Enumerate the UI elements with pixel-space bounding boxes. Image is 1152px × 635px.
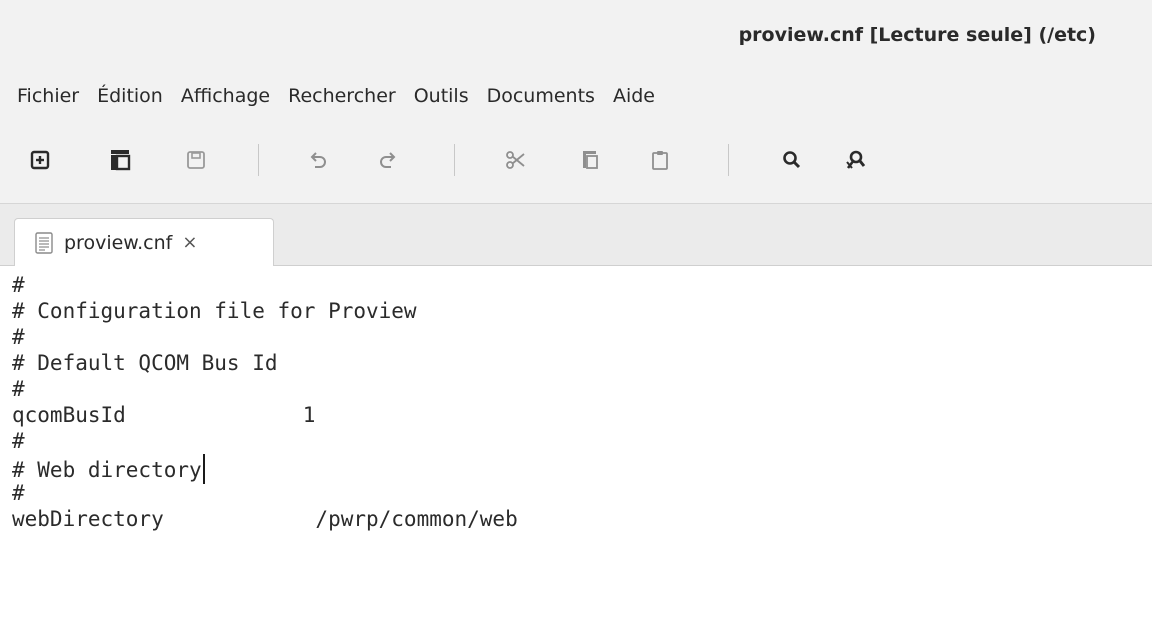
text-editor[interactable]: # # Configuration file for Proview # # D… [0, 266, 1152, 635]
redo-button[interactable] [366, 138, 410, 182]
search-button[interactable] [770, 138, 814, 182]
menu-bar: Fichier Édition Affichage Rechercher Out… [0, 70, 1152, 122]
toolbar [0, 122, 1152, 204]
search-replace-button[interactable] [834, 138, 878, 182]
paste-button[interactable] [638, 138, 682, 182]
code-line: # Configuration file for Proview [12, 299, 417, 323]
window-title: proview.cnf [Lecture seule] (/etc) [738, 24, 1096, 46]
tab-label: proview.cnf [64, 232, 173, 254]
open-document-button[interactable] [98, 138, 142, 182]
toolbar-separator [258, 144, 259, 176]
menu-tools[interactable]: Outils [405, 79, 478, 113]
title-bar[interactable]: proview.cnf [Lecture seule] (/etc) [0, 0, 1152, 70]
menu-search[interactable]: Rechercher [279, 79, 405, 113]
editor-content: # # Configuration file for Proview # # D… [12, 272, 518, 532]
toolbar-separator [454, 144, 455, 176]
code-line: qcomBusId 1 [12, 403, 316, 427]
save-button[interactable] [174, 138, 218, 182]
redo-icon [380, 152, 396, 168]
code-line: webDirectory /pwrp/common/web [12, 507, 518, 531]
tab-bar: proview.cnf × [0, 204, 1152, 267]
toolbar-separator [728, 144, 729, 176]
copy-icon [583, 151, 598, 169]
close-icon[interactable]: × [182, 234, 197, 252]
copy-button[interactable] [568, 138, 612, 182]
code-line-text: # Web directory [12, 458, 202, 482]
menu-help[interactable]: Aide [604, 79, 664, 113]
text-cursor [202, 454, 205, 484]
save-icon [187, 151, 205, 169]
menu-documents[interactable]: Documents [478, 79, 604, 113]
open-document-icon [111, 150, 131, 171]
undo-button[interactable] [296, 138, 340, 182]
code-line: # [12, 429, 25, 453]
search-replace-icon [846, 150, 866, 169]
paste-icon [652, 151, 668, 170]
menu-edit[interactable]: Édition [88, 79, 172, 113]
text-file-icon [35, 232, 53, 254]
code-line: # [12, 377, 25, 401]
tab-proview-cnf[interactable]: proview.cnf × [14, 218, 274, 267]
new-document-button[interactable] [18, 138, 62, 182]
cut-icon [506, 151, 525, 169]
cut-button[interactable] [494, 138, 538, 182]
code-line: # [12, 481, 25, 505]
undo-icon [310, 152, 326, 168]
menu-file[interactable]: Fichier [8, 79, 88, 113]
text-editor-window: proview.cnf [Lecture seule] (/etc) Fichi… [0, 0, 1152, 635]
code-line: # [12, 273, 25, 297]
code-line: # [12, 325, 25, 349]
menu-view[interactable]: Affichage [172, 79, 279, 113]
code-line: # Web directory [12, 454, 518, 484]
new-document-icon [30, 150, 50, 170]
code-line: # Default QCOM Bus Id [12, 351, 278, 375]
search-icon [783, 151, 801, 169]
